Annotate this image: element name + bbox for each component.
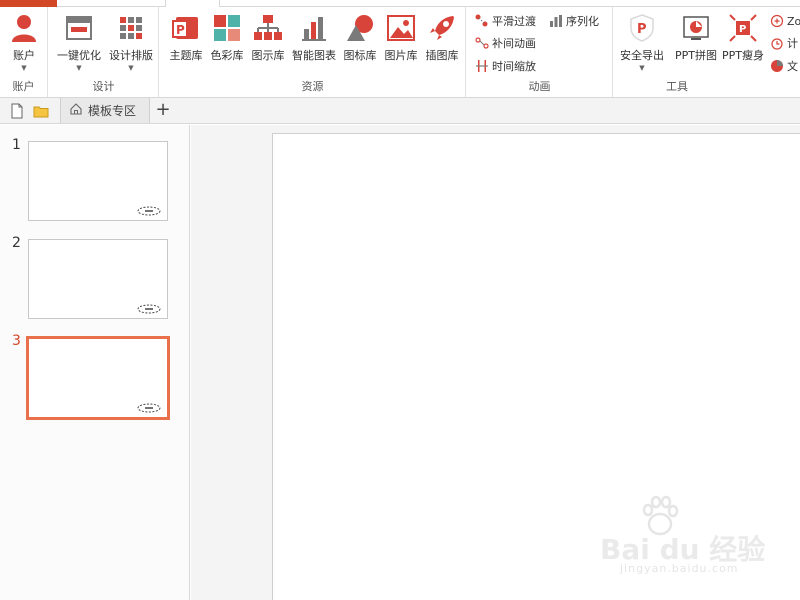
color-palette-icon	[212, 13, 242, 43]
ppt-slim-button[interactable]: P PPT瘦身	[720, 11, 766, 75]
group-design: 一键优化 ▼ 设计排版 ▼ 设计	[49, 7, 159, 97]
theme-icon: P	[171, 13, 201, 43]
optimize-icon	[64, 13, 94, 43]
group-label-account: 账户	[12, 80, 35, 93]
animation-marker-icon	[137, 403, 161, 413]
svg-text:P: P	[637, 22, 647, 37]
zoom-button[interactable]: Zo	[770, 12, 800, 30]
svg-text:P: P	[176, 23, 185, 37]
tween-animation-button[interactable]: 补间动画	[475, 34, 536, 52]
animation-marker-icon	[137, 206, 161, 216]
diagram-library-button[interactable]: 图示库	[248, 11, 288, 75]
slide-number: 2	[12, 235, 21, 251]
slide-thumbnail-3[interactable]	[26, 336, 170, 420]
pie-icon	[770, 59, 784, 73]
org-chart-icon	[253, 13, 283, 43]
account-button[interactable]: 账户 ▼	[0, 11, 48, 75]
safe-export-button[interactable]: P 安全导出 ▼	[616, 11, 668, 75]
smooth-transition-icon	[475, 14, 489, 28]
slide-number: 3	[12, 333, 21, 349]
time-scale-button[interactable]: 时间缩放	[475, 57, 536, 75]
group-label-tools: 工具	[666, 80, 688, 93]
bar-chart-icon	[299, 13, 329, 43]
tab-template-zone[interactable]: 模板专区	[60, 98, 150, 123]
image-icon	[386, 13, 416, 43]
group-tools: P 安全导出 ▼ PPT拼图 P PPT瘦身 Zo 计 文 工具	[614, 7, 800, 97]
ppt-collage-button[interactable]: PPT拼图	[670, 11, 722, 75]
time-scale-icon	[475, 59, 489, 73]
baidu-watermark: Bai du 经验 jingyan.baidu.com	[600, 495, 765, 580]
icon-library-button[interactable]: 图标库	[340, 11, 380, 75]
collage-icon	[681, 13, 711, 43]
svg-text:P: P	[739, 24, 746, 35]
animation-marker-icon	[137, 304, 161, 314]
document-tab-strip: 模板专区 +	[0, 98, 800, 124]
tween-icon	[475, 36, 489, 50]
serialize-button[interactable]: 序列化	[549, 12, 599, 30]
group-label-resources: 资源	[301, 80, 324, 93]
add-tab-button[interactable]: +	[152, 99, 174, 121]
group-label-animation: 动画	[528, 80, 551, 93]
chevron-down-icon: ▼	[128, 64, 134, 72]
chevron-down-icon: ▼	[21, 64, 27, 72]
slide-number: 1	[12, 137, 21, 153]
folder-icon[interactable]	[32, 102, 50, 120]
ribbon-tab-bar	[0, 0, 800, 7]
one-click-optimize-button[interactable]: 一键优化 ▼	[53, 11, 105, 75]
grid-layout-icon	[116, 13, 146, 43]
alarm-clock-icon	[770, 36, 784, 50]
theme-library-button[interactable]: P 主题库	[166, 11, 206, 75]
shapes-icon	[345, 13, 375, 43]
ribbon-tab[interactable]	[165, 0, 220, 7]
watermark-url: jingyan.baidu.com	[620, 562, 739, 575]
compress-icon: P	[728, 13, 758, 43]
smooth-transition-button[interactable]: 平滑过渡	[475, 12, 536, 30]
rocket-icon	[427, 13, 457, 43]
timer-button[interactable]: 计	[770, 34, 798, 52]
new-file-icon[interactable]	[8, 102, 26, 120]
text-button[interactable]: 文	[770, 57, 798, 75]
design-layout-button[interactable]: 设计排版 ▼	[105, 11, 157, 75]
slide-thumbnail-1[interactable]	[28, 141, 168, 221]
chevron-down-icon: ▼	[639, 64, 645, 72]
slide-thumbnail-2[interactable]	[28, 239, 168, 319]
smart-chart-button[interactable]: 智能图表	[289, 11, 339, 75]
group-account: 账户 ▼ 账户	[0, 7, 48, 97]
chevron-down-icon: ▼	[76, 64, 82, 72]
sequence-bars-icon	[549, 14, 563, 28]
user-icon	[9, 13, 39, 43]
image-library-button[interactable]: 图片库	[381, 11, 421, 75]
illustration-library-button[interactable]: 插图库	[422, 11, 462, 75]
group-resources: P 主题库 色彩库 图示库 智能图表 图标库 图片库 插图库 资源	[160, 7, 466, 97]
slide-thumbnail-panel: 1 2 3	[0, 125, 190, 600]
group-animation: 平滑过渡 序列化 补间动画 时间缩放 动画	[467, 7, 613, 97]
zoom-icon	[770, 14, 784, 28]
group-label-design: 设计	[92, 80, 115, 93]
ribbon: 账户 ▼ 账户 一键优化 ▼ 设计排版 ▼ 设计 P 主题库 色彩库 图示库 智…	[0, 0, 800, 98]
shield-export-icon: P	[627, 13, 657, 43]
home-icon	[69, 102, 83, 119]
active-tab-accent[interactable]	[0, 0, 57, 7]
color-library-button[interactable]: 色彩库	[207, 11, 247, 75]
